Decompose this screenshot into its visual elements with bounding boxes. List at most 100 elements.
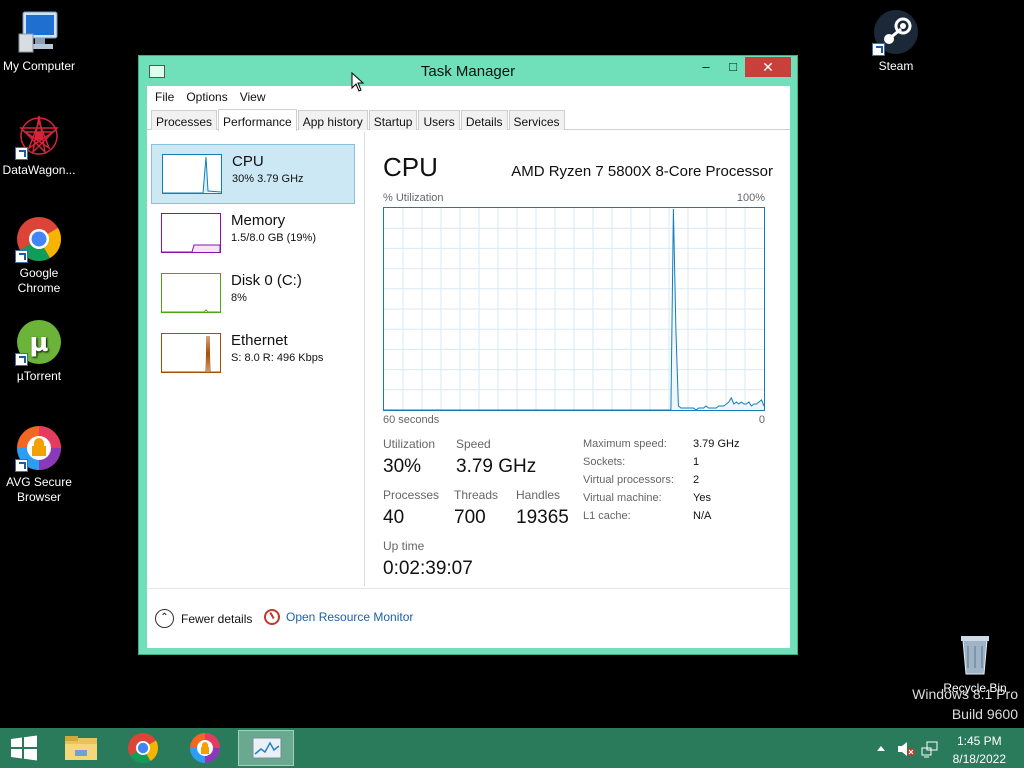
- datawagon-icon: [15, 112, 63, 160]
- spec-label: Maximum speed:: [583, 438, 667, 450]
- desktop-icon-label: AVG Secure Browser: [6, 475, 72, 504]
- close-button[interactable]: ✕: [745, 57, 791, 77]
- utilization-value: 30%: [383, 456, 422, 477]
- tab-startup[interactable]: Startup: [368, 110, 418, 130]
- chrome-icon: [15, 215, 63, 263]
- processes-label: Processes: [383, 488, 440, 502]
- tab-processes[interactable]: Processes: [151, 110, 218, 130]
- graph-time-end-label: 0: [758, 414, 765, 426]
- shortcut-arrow-icon: [15, 250, 28, 263]
- tab-users[interactable]: Users: [418, 110, 460, 130]
- spec-label: L1 cache:: [583, 510, 631, 522]
- svg-text:µ: µ: [29, 328, 48, 358]
- mouse-cursor-icon: [351, 72, 365, 92]
- resource-disk[interactable]: Disk 0 (C:) 8%: [151, 264, 355, 324]
- shortcut-arrow-icon: [15, 459, 28, 472]
- watermark-build: Build 9600: [951, 706, 1018, 722]
- spec-value: 1: [693, 456, 700, 468]
- desktop-icon-steam[interactable]: Steam: [857, 8, 935, 74]
- handles-label: Handles: [516, 488, 561, 502]
- desktop-icon-label: My Computer: [2, 59, 76, 73]
- resource-name: Ethernet: [231, 332, 288, 349]
- desktop-icon-label: DataWagon...: [2, 163, 76, 177]
- tab-app-history[interactable]: App history: [297, 110, 368, 130]
- tab-details[interactable]: Details: [460, 110, 508, 130]
- computer-icon: [15, 8, 63, 56]
- spec-value: N/A: [693, 510, 712, 522]
- windows-edition-watermark: Windows 8.1 Pro Build 9600: [912, 686, 1018, 722]
- uptime-label: Up time: [383, 539, 425, 553]
- taskbar-google-chrome[interactable]: [115, 730, 171, 766]
- fewer-details-link[interactable]: ⌃ Fewer details: [155, 609, 252, 628]
- spec-label: Sockets:: [583, 456, 626, 468]
- speed-value: 3.79 GHz: [456, 456, 537, 477]
- network-icon[interactable]: [920, 740, 940, 758]
- resource-ethernet[interactable]: Ethernet S: 8.0 R: 496 Kbps: [151, 324, 355, 384]
- shortcut-arrow-icon: [15, 353, 28, 366]
- graph-label-max: 100%: [736, 192, 765, 204]
- cpu-model-name: AMD Ryzen 7 5800X 8-Core Processor: [511, 163, 773, 180]
- desktop-icon-google-chrome[interactable]: Google Chrome: [0, 215, 78, 296]
- menu-file[interactable]: File: [150, 86, 179, 108]
- desktop-icon-my-computer[interactable]: My Computer: [0, 8, 78, 74]
- menu-bar: File Options View: [147, 86, 790, 108]
- resource-cpu[interactable]: CPU 30% 3.79 GHz: [151, 144, 355, 204]
- tab-performance[interactable]: Performance: [218, 109, 297, 131]
- disk-thumbnail-graph: [161, 273, 221, 313]
- graph-label-utilization: % Utilization: [383, 192, 444, 204]
- taskbar-file-explorer[interactable]: [53, 730, 109, 766]
- menu-options[interactable]: Options: [181, 86, 232, 108]
- start-button[interactable]: [0, 730, 48, 766]
- minimize-button[interactable]: –: [693, 57, 719, 77]
- resource-value: 30% 3.79 GHz: [232, 173, 304, 185]
- system-clock[interactable]: 1:45 PM 8/18/2022: [953, 733, 1006, 767]
- taskbar: 1:45 PM 8/18/2022: [0, 728, 1024, 768]
- graph-time-span-label: 60 seconds: [383, 414, 440, 426]
- threads-value: 700: [454, 507, 486, 528]
- uptime-value: 0:02:39:07: [383, 558, 473, 579]
- speed-label: Speed: [456, 437, 491, 451]
- task-manager-window: Task Manager – □ ✕ File Options View Pro…: [138, 55, 798, 655]
- desktop-icon-label: Steam: [878, 59, 914, 73]
- task-manager-icon: [252, 737, 282, 759]
- ethernet-thumbnail-graph: [161, 333, 221, 373]
- maximize-button[interactable]: □: [720, 57, 746, 77]
- desktop-icon-label: µTorrent: [16, 369, 62, 383]
- folder-icon: [65, 736, 97, 760]
- cpu-graph-svg: [384, 208, 765, 411]
- tab-services[interactable]: Services: [508, 110, 565, 130]
- resource-value: S: 8.0 R: 496 Kbps: [231, 352, 324, 364]
- avg-browser-icon: [15, 424, 63, 472]
- watermark-edition: Windows 8.1 Pro: [912, 686, 1018, 702]
- window-client-area: File Options View Processes Performance …: [147, 86, 790, 648]
- threads-label: Threads: [454, 488, 499, 502]
- title-bar[interactable]: Task Manager – □ ✕: [139, 56, 797, 86]
- cpu-thumbnail-graph: [162, 154, 222, 194]
- fewer-details-label: Fewer details: [181, 611, 253, 626]
- taskbar-task-manager[interactable]: [238, 730, 294, 766]
- volume-muted-icon[interactable]: [896, 740, 916, 758]
- resource-list: CPU 30% 3.79 GHz Memory 1.5/8.0 GB (19%)…: [147, 132, 365, 586]
- menu-view[interactable]: View: [235, 86, 271, 108]
- windows-logo-icon: [11, 735, 37, 761]
- shortcut-arrow-icon: [15, 147, 28, 160]
- resource-memory[interactable]: Memory 1.5/8.0 GB (19%): [151, 204, 355, 264]
- desktop-icon-datawagon[interactable]: DataWagon...: [0, 112, 78, 178]
- taskbar-avg-secure-browser[interactable]: [177, 730, 233, 766]
- window-footer: ⌃ Fewer details Open Resource Monitor: [147, 588, 790, 648]
- chrome-icon: [128, 733, 158, 764]
- open-resource-monitor-label: Open Resource Monitor: [286, 610, 414, 624]
- steam-icon: [872, 8, 920, 56]
- utilization-label: Utilization: [383, 437, 436, 451]
- cpu-detail-pane: CPU AMD Ryzen 7 5800X 8-Core Processor %…: [383, 132, 773, 592]
- spec-label: Virtual machine:: [583, 492, 662, 504]
- desktop-icon-avg-secure-browser[interactable]: AVG Secure Browser: [0, 424, 78, 505]
- utorrent-icon: µ: [15, 318, 63, 366]
- spec-label: Virtual processors:: [583, 474, 674, 486]
- processes-value: 40: [383, 507, 405, 528]
- desktop-icon-utorrent[interactable]: µ µTorrent: [0, 318, 78, 384]
- handles-value: 19365: [516, 507, 569, 528]
- open-resource-monitor-link[interactable]: Open Resource Monitor: [264, 609, 413, 625]
- show-hidden-icons-icon[interactable]: [876, 744, 886, 752]
- memory-thumbnail-graph: [161, 213, 221, 253]
